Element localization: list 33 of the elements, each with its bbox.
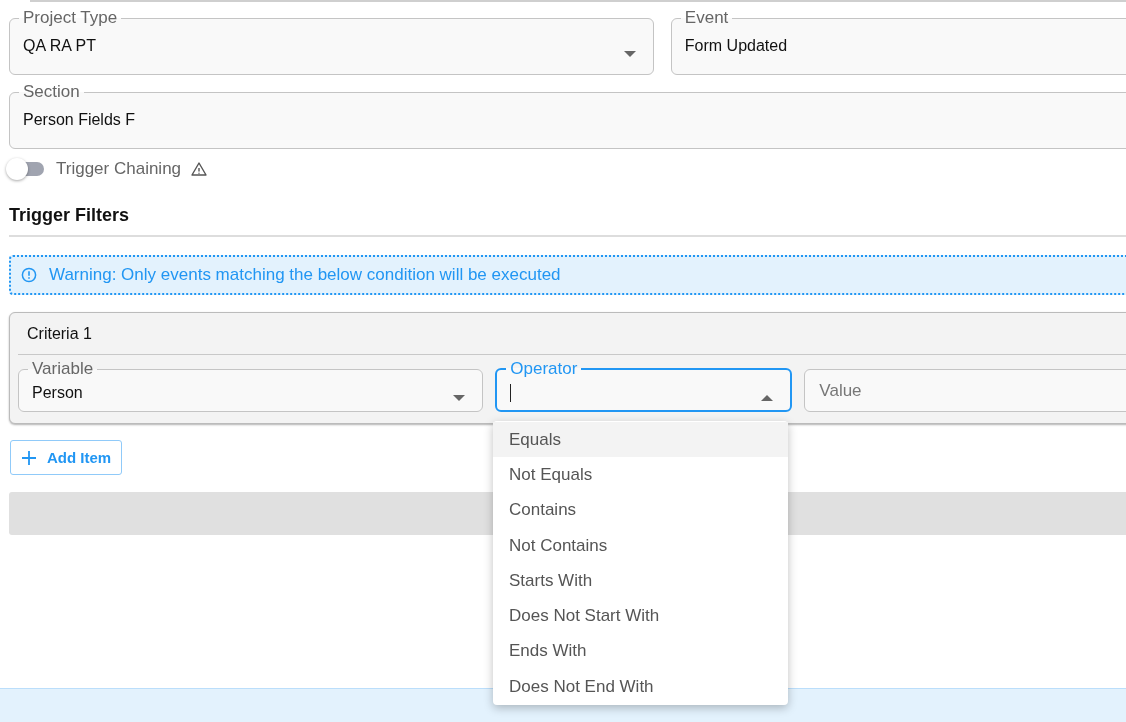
warning-text: Warning: Only events matching the below condition will be executed xyxy=(49,265,561,285)
toggle-switch[interactable] xyxy=(6,158,46,180)
select-field[interactable]: Section Person Fields F xyxy=(9,82,1126,149)
dropdown-option[interactable]: Does Not Start With xyxy=(493,598,788,634)
dropdown-option[interactable]: Contains xyxy=(493,492,788,528)
criteria-title: Criteria 1 xyxy=(18,313,1126,355)
field-label: Operator xyxy=(509,359,579,379)
field-value: Form Updated xyxy=(684,37,788,55)
dropdown-option[interactable]: Not Contains xyxy=(493,527,788,564)
dropdown-option[interactable]: Ends With xyxy=(493,633,788,670)
info-icon xyxy=(21,267,37,283)
caret-down-icon xyxy=(623,51,636,57)
text-cursor xyxy=(510,383,512,402)
caret-down-icon xyxy=(453,395,466,401)
field-label: Event xyxy=(683,8,730,28)
field-label: Variable xyxy=(31,359,95,379)
field-label: Project Type xyxy=(22,8,119,28)
field-value: QA RA PT xyxy=(23,37,96,55)
dropdown-option[interactable]: Starts With xyxy=(493,563,788,599)
select-field[interactable]: Event Form Updated xyxy=(670,8,1126,75)
field-value: Person xyxy=(32,384,83,402)
dropdown-option[interactable]: Does Not End With xyxy=(493,669,788,705)
section-heading: Trigger Filters xyxy=(9,205,131,226)
dropdown-option[interactable]: Not Equals xyxy=(493,457,788,493)
field-label: Section xyxy=(22,82,81,102)
value-field[interactable]: Value xyxy=(804,369,1126,412)
select-field[interactable]: Project Type QA RA PT xyxy=(9,8,654,75)
field-value: Person Fields F xyxy=(23,111,136,129)
dropdown-option[interactable]: Equals xyxy=(493,422,788,458)
warning-icon xyxy=(191,162,208,176)
toggle-label: Trigger Chaining xyxy=(56,159,182,179)
plus-icon xyxy=(21,449,37,466)
select-field[interactable]: Variable Person xyxy=(18,359,484,412)
